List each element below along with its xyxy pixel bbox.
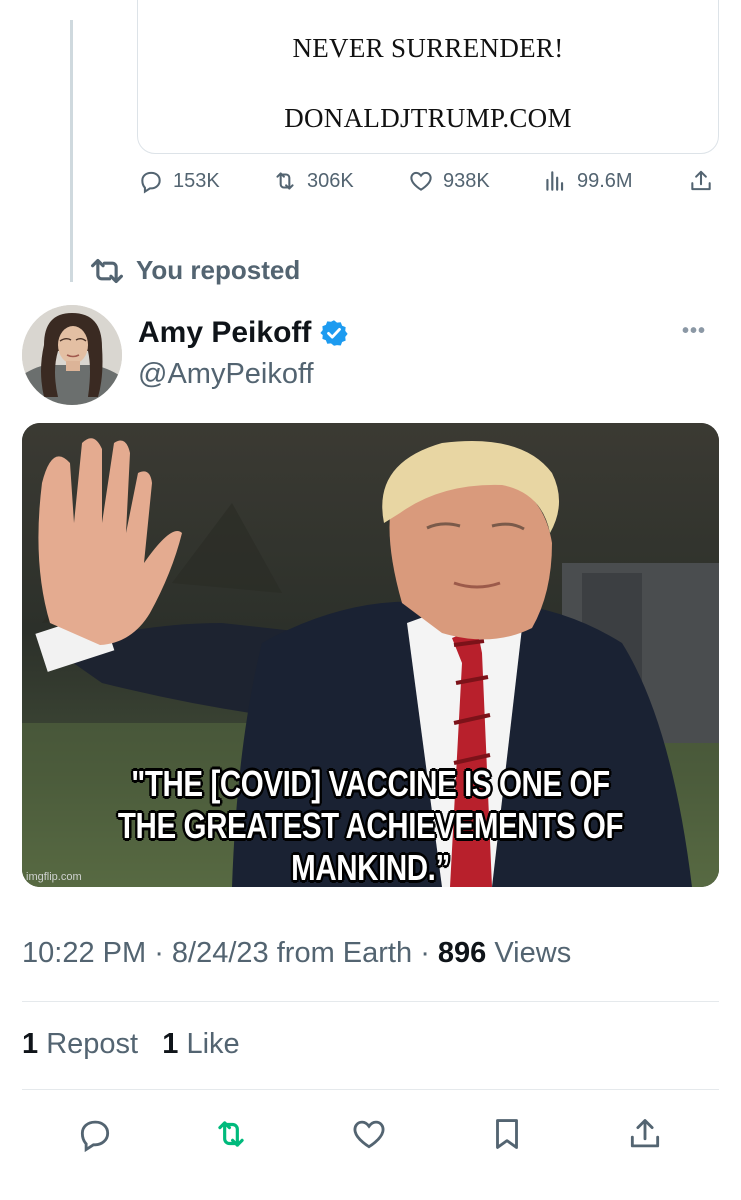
reply-count-button[interactable]: 153K [138,168,220,194]
quoted-media-card[interactable]: NEVER SURRENDER! DONALDJTRUMP.COM [137,0,719,154]
like-count: 938K [443,169,490,192]
image-watermark: imgflip.com [26,871,82,883]
reply-icon [141,171,161,194]
more-icon[interactable]: ••• [682,320,706,343]
divider [22,1001,719,1002]
avatar-photo [22,305,122,405]
reply-count: 153K [173,169,220,192]
meme-caption-line-1: "THE [COVID] VACCINE IS ONE OF [131,763,610,804]
author-name[interactable]: Amy Peikoff [138,316,311,350]
author-handle[interactable]: @AmyPeikoff [138,358,314,391]
repost-total: 1 [22,1028,39,1060]
post-image[interactable]: "THE [COVID] VACCINE IS ONE OF THE GREAT… [22,423,719,887]
post-action-bar [0,1115,741,1155]
repost-icon [218,1121,244,1147]
like-count-button[interactable]: 938K [408,168,490,194]
share-button[interactable] [688,168,714,194]
divider [22,1089,719,1090]
thread-line [70,20,73,282]
views-label: Views [494,937,572,969]
post-source: from Earth [276,937,413,969]
view-count-button[interactable]: 99.6M [542,168,633,194]
share-button[interactable] [626,1115,664,1153]
views-count: 896 [437,937,487,969]
meme-caption-line-2: THE GREATEST ACHIEVEMENTS OF MANKIND.” [117,805,624,887]
likes-link[interactable]: 1 Like [162,1028,239,1060]
like-total-label: Like [186,1028,240,1060]
reply-icon [80,1120,110,1153]
quoted-card-line-1: NEVER SURRENDER! [292,33,564,63]
view-count: 99.6M [577,169,633,192]
like-total: 1 [162,1028,179,1060]
bookmark-button[interactable] [488,1115,526,1153]
verified-badge-icon [320,320,349,346]
repost-total-label: Repost [46,1028,139,1060]
engagement-counts: 1 Repost 1 Like [22,1028,240,1061]
avatar[interactable] [22,305,122,405]
repost-icon [91,258,123,283]
like-button[interactable] [350,1115,388,1153]
repost-banner-label: You reposted [136,255,301,285]
reply-button[interactable] [76,1115,114,1153]
heart-icon [353,1120,385,1149]
post-metadata: 10:22 PM · 8/24/23 from Earth · 896 View… [22,937,571,970]
post-date[interactable]: 8/24/23 [172,937,269,969]
reposts-link[interactable]: 1 Repost [22,1028,138,1060]
author-name-row[interactable]: Amy Peikoff [138,316,349,350]
quoted-post-stats: 153K 306K 938K 99.6M [0,168,741,208]
separator-dot: · [154,937,172,969]
repost-count: 306K [307,169,354,192]
repost-icon [276,172,294,190]
share-icon [691,170,711,191]
bookmark-icon [496,1119,518,1149]
heart-icon [410,171,432,191]
repost-count-button[interactable]: 306K [272,168,354,194]
separator-dot: · [420,937,438,969]
analytics-icon [546,171,564,191]
share-icon [630,1119,660,1148]
repost-banner: You reposted [90,255,300,286]
quoted-card-line-2: DONALDJTRUMP.COM [284,103,572,133]
repost-button[interactable] [212,1115,250,1153]
post-time[interactable]: 10:22 PM [22,937,146,969]
